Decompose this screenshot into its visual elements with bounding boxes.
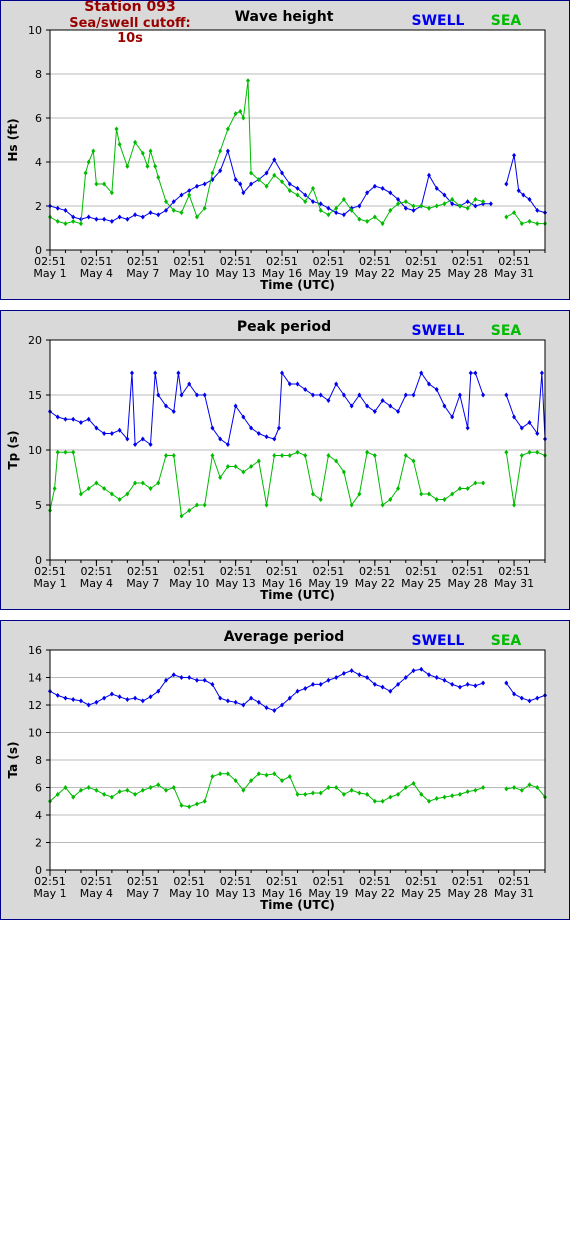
peak-period-chart: 0510152002:51May 102:51May 402:51May 702…: [0, 310, 570, 610]
y-tick-label: 8: [35, 68, 42, 81]
y-tick-label: 4: [35, 809, 42, 822]
x-axis-label: Time (UTC): [260, 898, 335, 912]
sea-swell-cutoff: Sea/swell cutoff: 10s: [69, 16, 191, 46]
x-tick-label-date: May 28: [448, 577, 488, 590]
x-tick-label-date: May 13: [216, 577, 256, 590]
y-tick-label: 6: [35, 112, 42, 125]
y-tick-label: 10: [28, 24, 42, 37]
swell-legend-label: SWELL: [412, 633, 465, 649]
average-period-chart: 024681012141602:51May 102:51May 402:51Ma…: [0, 620, 570, 920]
station-title: Station 093: [84, 0, 176, 15]
swell-legend-label: SWELL: [412, 323, 465, 339]
y-tick-label: 12: [28, 699, 42, 712]
sea-legend-label: SEA: [491, 323, 522, 339]
x-tick-label-date: May 4: [80, 887, 113, 900]
x-tick-label-date: May 10: [169, 887, 209, 900]
y-tick-label: 10: [28, 727, 42, 740]
x-tick-label-date: May 4: [80, 267, 113, 280]
x-tick-label-date: May 13: [216, 267, 256, 280]
x-tick-label-date: May 7: [126, 267, 159, 280]
y-tick-label: 15: [28, 389, 42, 402]
x-tick-label-date: May 25: [401, 267, 441, 280]
y-axis-label: Hs (ft): [6, 118, 20, 161]
x-tick-label-date: May 28: [448, 887, 488, 900]
x-tick-label-date: May 1: [33, 887, 66, 900]
y-tick-label: 2: [35, 200, 42, 213]
peak-period-chart-panel: 0 5 10 15 20 02:51 May 1 02:51 May 4 02:51 May 7 02…: [0, 310, 570, 610]
x-tick-label-date: May 7: [126, 577, 159, 590]
swell-legend-label: SWELL: [412, 13, 465, 29]
y-axis-label: Ta (s): [6, 741, 20, 778]
average-period-chart-panel: 0 2 4 6 8 10 12 14 16 02:51 May 1 02:51 May 4 02:51 Ma…: [0, 620, 570, 920]
x-tick-label-date: May 7: [126, 887, 159, 900]
x-tick-label-date: May 28: [448, 267, 488, 280]
y-tick-label: 4: [35, 156, 42, 169]
x-tick-label-date: May 25: [401, 887, 441, 900]
x-tick-label-date: May 10: [169, 577, 209, 590]
chart-title: Peak period: [237, 319, 331, 335]
x-tick-label-date: May 1: [33, 577, 66, 590]
y-tick-label: 14: [28, 672, 42, 685]
x-tick-label-date: May 13: [216, 887, 256, 900]
x-tick-label-date: May 31: [494, 577, 534, 590]
x-tick-label-date: May 4: [80, 577, 113, 590]
x-tick-label-date: May 31: [494, 267, 534, 280]
x-axis-label: Time (UTC): [260, 278, 335, 292]
y-tick-label: 2: [35, 837, 42, 850]
x-tick-label-date: May 22: [355, 887, 395, 900]
y-tick-label: 20: [28, 334, 42, 347]
y-tick-label: 8: [35, 754, 42, 767]
x-tick-label-date: May 10: [169, 267, 209, 280]
sea-legend-label: SEA: [491, 633, 522, 649]
sea-legend-label: SEA: [491, 13, 522, 29]
y-tick-label: 10: [28, 444, 42, 457]
y-tick-label: 6: [35, 782, 42, 795]
chart-title: Average period: [224, 629, 345, 645]
chart-title: Wave height: [235, 9, 334, 25]
x-tick-label-date: May 31: [494, 887, 534, 900]
x-tick-label-date: May 1: [33, 267, 66, 280]
x-tick-label-date: May 22: [355, 267, 395, 280]
x-tick-label-date: May 22: [355, 577, 395, 590]
y-tick-label: 5: [35, 499, 42, 512]
plot-area: [50, 30, 545, 250]
y-tick-label: 16: [28, 644, 42, 657]
y-axis-label: Tp (s): [6, 430, 20, 469]
x-tick-label-date: May 25: [401, 577, 441, 590]
x-axis-label: Time (UTC): [260, 588, 335, 602]
